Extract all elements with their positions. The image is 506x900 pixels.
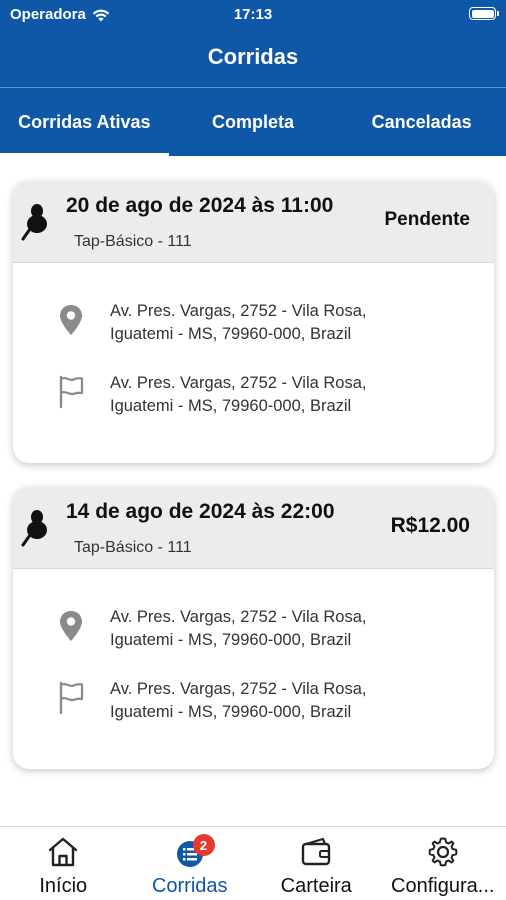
ride-tabs: Corridas Ativas Completa Canceladas	[0, 88, 506, 156]
ride-card-header: 14 de ago de 2024 às 22:00 Tap-Básico - …	[13, 487, 494, 569]
location-pin-icon	[60, 305, 82, 335]
destination-address-line2: Iguatemi - MS, 79960-000, Brazil	[110, 397, 352, 415]
battery-icon	[469, 7, 499, 20]
nav-label: Carteira	[280, 875, 352, 897]
destination-address: Av. Pres. Vargas, 2752 - Vila Rosa, Igua…	[110, 372, 367, 418]
location-pin-icon	[60, 611, 82, 641]
destination-address-line2: Iguatemi - MS, 79960-000, Brazil	[110, 703, 352, 721]
destination-address-line1: Av. Pres. Vargas, 2752 - Vila Rosa,	[110, 374, 367, 392]
ride-card-header: 20 de ago de 2024 às 11:00 Tap-Básico - …	[13, 181, 494, 263]
ride-card[interactable]: 20 de ago de 2024 às 11:00 Tap-Básico - …	[13, 181, 494, 463]
pickup-row: Av. Pres. Vargas, 2752 - Vila Rosa, Igua…	[13, 294, 494, 350]
pickup-address-line2: Iguatemi - MS, 79960-000, Brazil	[110, 325, 352, 343]
nav-label: Início	[39, 875, 88, 897]
ride-status: Pendente	[384, 209, 470, 230]
ride-service: Tap-Básico - 111	[74, 539, 192, 556]
ride-date: 14 de ago de 2024 às 22:00	[66, 500, 335, 523]
status-time: 17:13	[233, 6, 273, 23]
destination-address-line1: Av. Pres. Vargas, 2752 - Vila Rosa,	[110, 680, 367, 698]
tab-label: Corridas Ativas	[18, 111, 151, 132]
ride-service: Tap-Básico - 111	[74, 233, 192, 250]
nav-rides[interactable]: 2 Corridas	[127, 827, 254, 900]
nav-label: Configura...	[391, 875, 495, 897]
ride-card[interactable]: 14 de ago de 2024 às 22:00 Tap-Básico - …	[13, 487, 494, 769]
pickup-row: Av. Pres. Vargas, 2752 - Vila Rosa, Igua…	[13, 600, 494, 656]
rides-list: 20 de ago de 2024 às 11:00 Tap-Básico - …	[0, 156, 506, 826]
pickup-address: Av. Pres. Vargas, 2752 - Vila Rosa, Igua…	[110, 300, 367, 346]
app-header: Operadora 17:13 Corridas Corridas Ativas…	[0, 0, 506, 156]
gear-icon	[428, 837, 458, 867]
page-title: Corridas	[207, 44, 299, 69]
pickup-address: Av. Pres. Vargas, 2752 - Vila Rosa, Igua…	[110, 606, 367, 652]
wallet-icon	[302, 837, 331, 866]
nav-home[interactable]: Início	[0, 827, 127, 900]
tab-active-rides[interactable]: Corridas Ativas	[0, 88, 169, 156]
status-bar: Operadora 17:13	[0, 0, 506, 30]
ride-price: R$12.00	[390, 514, 470, 537]
nav-settings[interactable]: Configura...	[380, 827, 506, 900]
nav-label: Corridas	[151, 875, 228, 897]
tab-label: Canceladas	[371, 111, 472, 132]
ride-date: 20 de ago de 2024 às 11:00	[66, 194, 334, 217]
pickup-address-line1: Av. Pres. Vargas, 2752 - Vila Rosa,	[110, 302, 367, 320]
tab-completed[interactable]: Completa	[169, 88, 338, 156]
destination-row: Av. Pres. Vargas, 2752 - Vila Rosa, Igua…	[13, 672, 494, 728]
flag-icon	[59, 375, 84, 409]
rides-badge: 2	[192, 834, 215, 856]
nav-wallet[interactable]: Carteira	[253, 827, 380, 900]
pickup-address-line2: Iguatemi - MS, 79960-000, Brazil	[110, 631, 352, 649]
destination-row: Av. Pres. Vargas, 2752 - Vila Rosa, Igua…	[13, 366, 494, 422]
pickup-address-line1: Av. Pres. Vargas, 2752 - Vila Rosa,	[110, 608, 367, 626]
bottom-navigation: Início 2 Corridas Carteira Configura...	[0, 826, 506, 900]
pushpin-icon	[21, 204, 47, 241]
tab-label: Completa	[212, 111, 295, 132]
tab-cancelled[interactable]: Canceladas	[337, 88, 506, 156]
home-icon	[49, 837, 78, 867]
pushpin-icon	[21, 510, 47, 547]
destination-address: Av. Pres. Vargas, 2752 - Vila Rosa, Igua…	[110, 678, 367, 724]
flag-icon	[59, 681, 84, 715]
